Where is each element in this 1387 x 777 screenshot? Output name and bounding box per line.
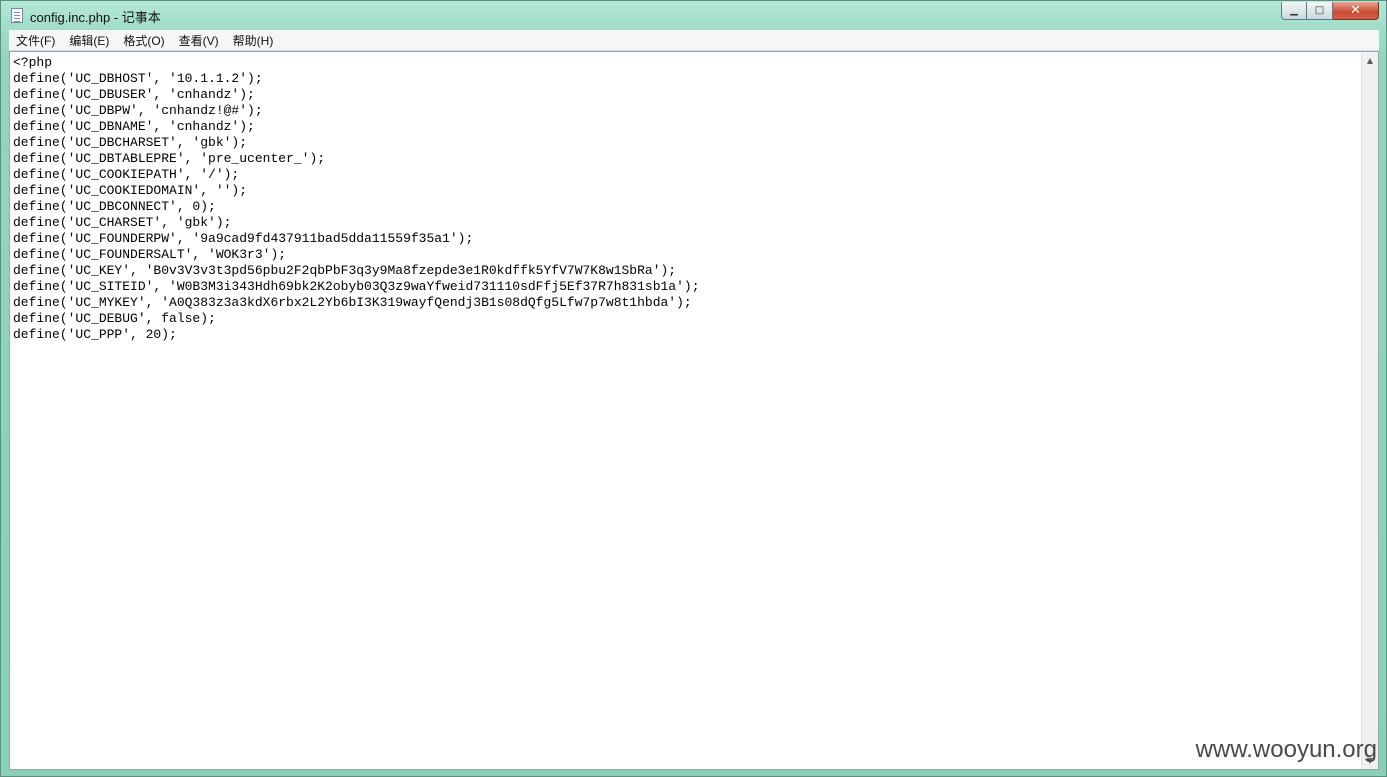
menu-file[interactable]: 文件(F)	[9, 32, 62, 49]
editor-line: define('UC_MYKEY', 'A0Q383z3a3kdX6rbx2L2…	[13, 295, 692, 310]
editor-line: define('UC_PPP', 20);	[13, 327, 177, 342]
text-editor[interactable]: <?php define('UC_DBHOST', '10.1.1.2'); d…	[9, 51, 1379, 770]
maximize-button[interactable]: □	[1307, 2, 1333, 20]
editor-content[interactable]: <?php define('UC_DBHOST', '10.1.1.2'); d…	[13, 55, 700, 343]
maximize-icon: □	[1314, 5, 1325, 16]
notepad-document-icon	[11, 8, 23, 23]
minimize-button[interactable]: ▁	[1281, 2, 1307, 20]
close-icon: ✕	[1350, 3, 1361, 18]
editor-line: define('UC_COOKIEDOMAIN', '');	[13, 183, 248, 198]
minimize-icon: ▁	[1290, 5, 1298, 16]
editor-line: define('UC_FOUNDERSALT', 'WOK3r3');	[13, 247, 287, 262]
editor-line: define('UC_DBPW', 'cnhandz!@#');	[13, 103, 263, 118]
editor-line: define('UC_DBNAME', 'cnhandz');	[13, 119, 255, 134]
editor-line: <?php	[13, 55, 53, 70]
close-button[interactable]: ✕	[1333, 2, 1379, 20]
editor-line: define('UC_CHARSET', 'gbk');	[13, 215, 232, 230]
editor-line: define('UC_KEY', 'B0v3V3v3t3pd56pbu2F2qb…	[13, 263, 677, 278]
menu-view[interactable]: 查看(V)	[172, 32, 226, 49]
menu-help[interactable]: 帮助(H)	[226, 32, 281, 49]
menu-format[interactable]: 格式(O)	[116, 32, 171, 49]
editor-line: define('UC_FOUNDERPW', '9a9cad9fd437911b…	[13, 231, 474, 246]
editor-line: define('UC_SITEID', 'W0B3M3i343Hdh69bk2K…	[13, 279, 700, 294]
notepad-window: config.inc.php - 记事本 ▁ □ ✕ 文件(F) 编辑(E) 格…	[0, 0, 1387, 777]
watermark: www.wooyun.org	[1195, 736, 1377, 763]
editor-line: define('UC_COOKIEPATH', '/');	[13, 167, 240, 182]
editor-line: define('UC_DBHOST', '10.1.1.2');	[13, 71, 263, 86]
editor-line: define('UC_DEBUG', false);	[13, 311, 216, 326]
menu-bar: 文件(F) 编辑(E) 格式(O) 查看(V) 帮助(H)	[9, 30, 1379, 51]
editor-line: define('UC_DBCHARSET', 'gbk');	[13, 135, 248, 150]
window-title: config.inc.php - 记事本	[30, 10, 161, 25]
vertical-scrollbar[interactable]: ▲ ▼	[1361, 52, 1378, 769]
title-bar[interactable]: config.inc.php - 记事本 ▁ □ ✕	[1, 1, 1386, 29]
menu-edit[interactable]: 编辑(E)	[62, 32, 116, 49]
editor-line: define('UC_DBTABLEPRE', 'pre_ucenter_');	[13, 151, 326, 166]
editor-line: define('UC_DBCONNECT', 0);	[13, 199, 216, 214]
scroll-up-icon[interactable]: ▲	[1362, 52, 1378, 69]
window-controls: ▁ □ ✕	[1281, 2, 1379, 21]
editor-line: define('UC_DBUSER', 'cnhandz');	[13, 87, 255, 102]
